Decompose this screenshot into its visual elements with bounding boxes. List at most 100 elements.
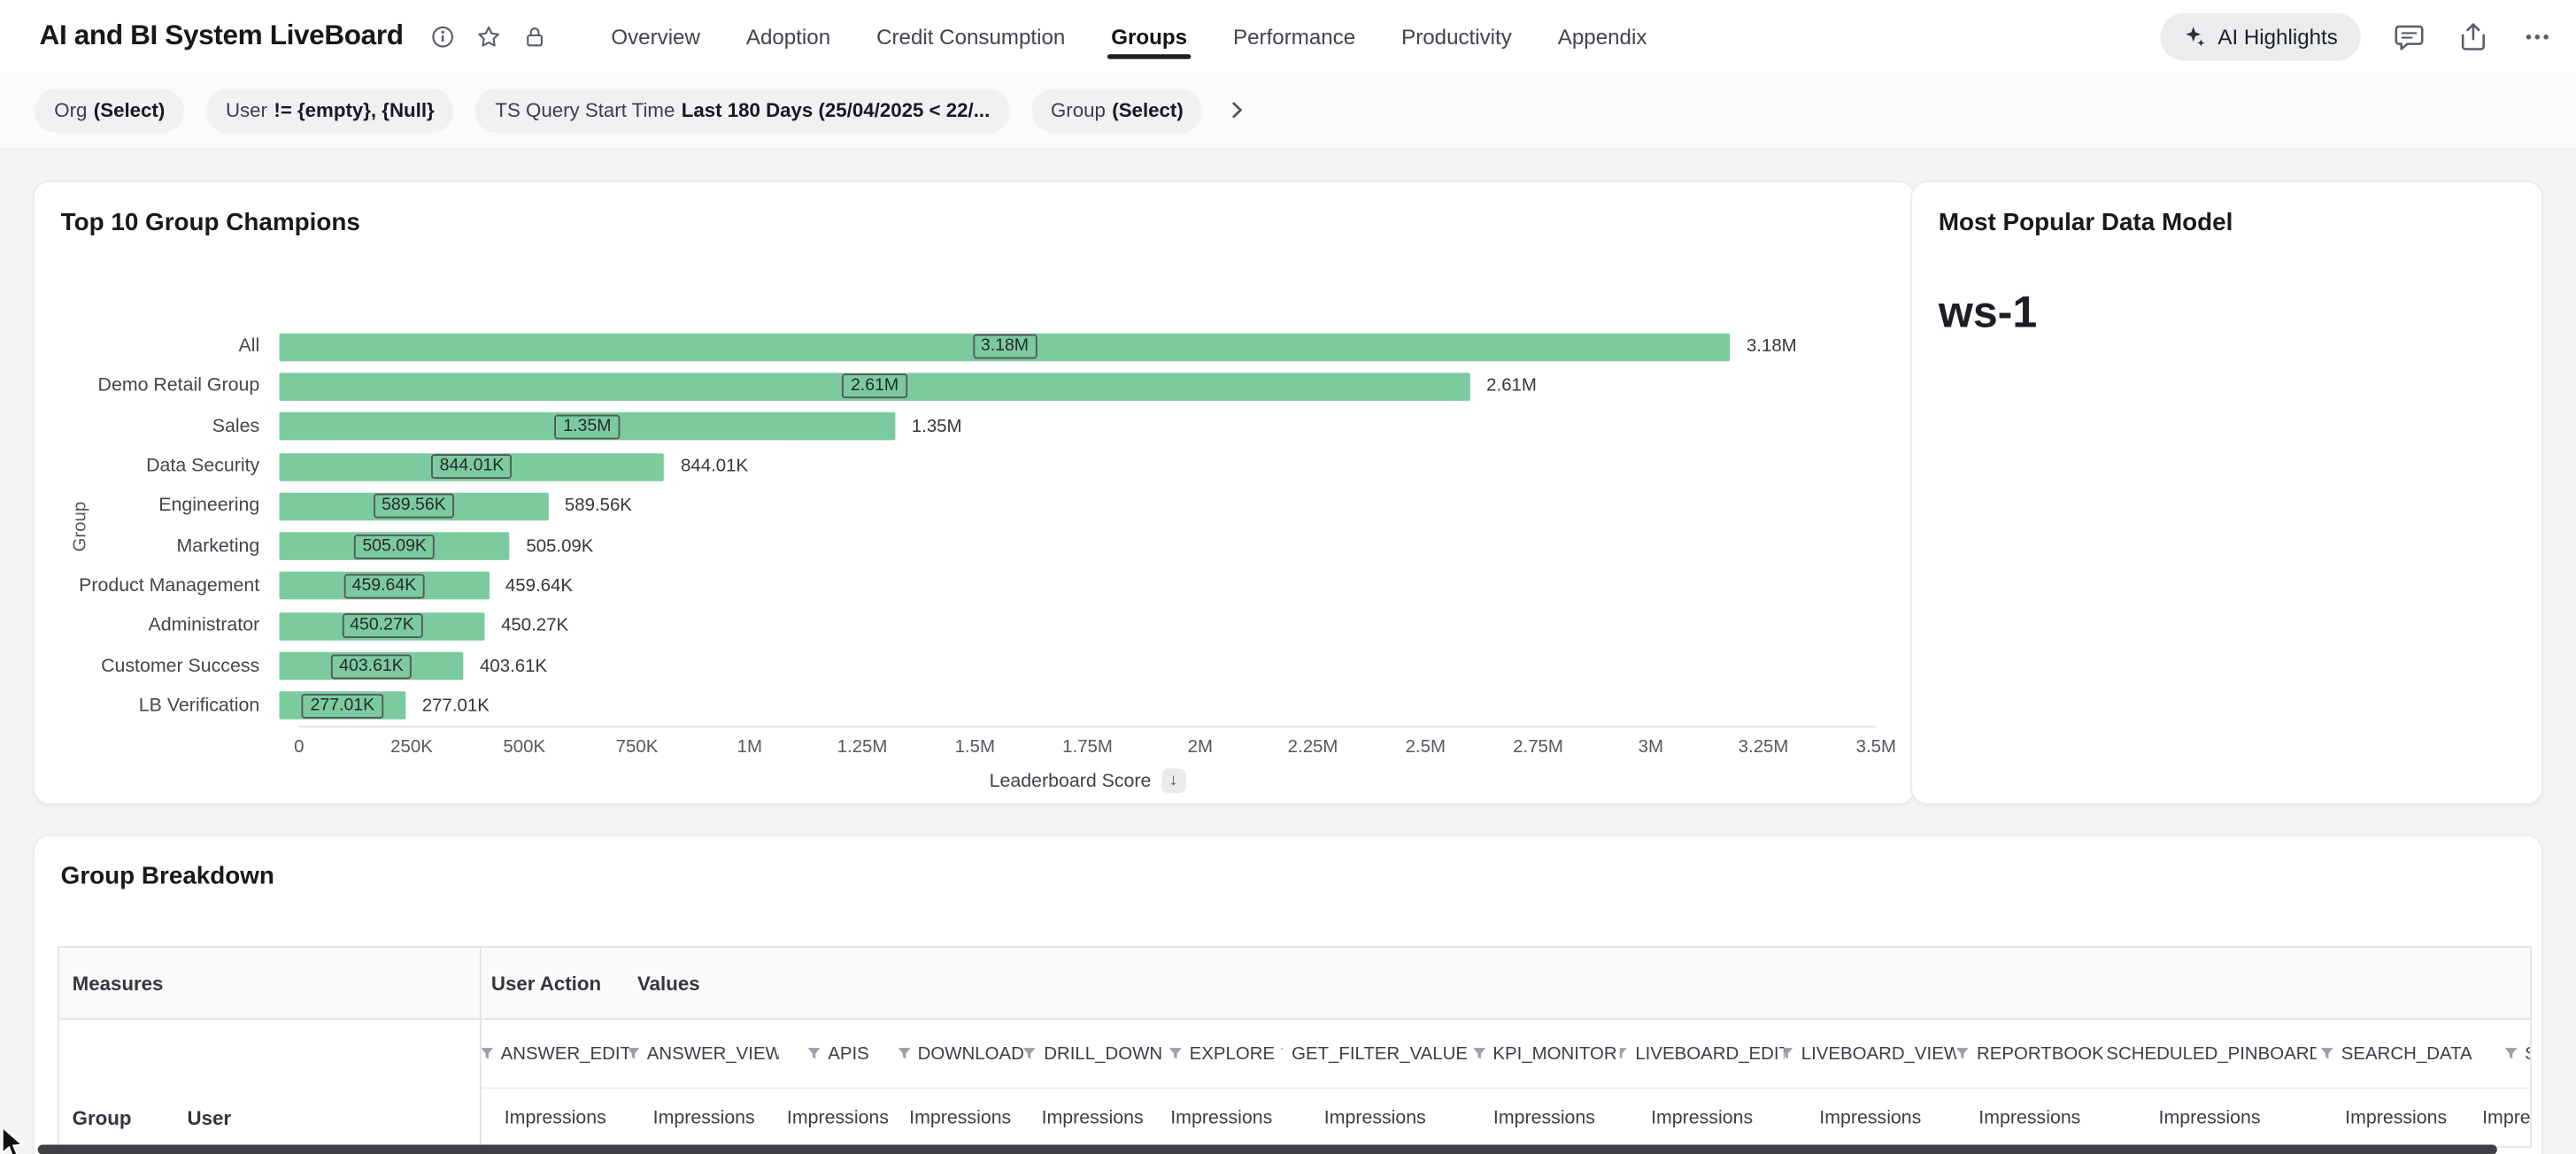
horizontal-scrollbar[interactable] (38, 1144, 2497, 1154)
column-header[interactable]: SPO (2476, 1019, 2530, 1089)
column-header[interactable]: KPI_MONITOR (1469, 1019, 1620, 1089)
category-label: Marketing (61, 536, 280, 556)
bar-inner-label: 2.61M (843, 374, 907, 399)
column-name: LIVEBOARD_EDIT (1635, 1043, 1784, 1063)
more-menu-icon[interactable] (2522, 20, 2553, 51)
bar-inner-label: 459.64K (343, 573, 424, 598)
bar[interactable]: 844.01K (279, 452, 664, 481)
column-header[interactable]: DOWNLOAD (897, 1019, 1023, 1089)
tab-adoption[interactable]: Adoption (746, 3, 830, 70)
bar[interactable]: 2.61M (279, 373, 1469, 401)
filter-chip-user[interactable]: User!= {empty}, {Null} (206, 88, 454, 132)
lock-icon[interactable] (521, 24, 546, 49)
chevron-right-icon[interactable] (1226, 98, 1249, 121)
x-tick: 2.5M (1406, 737, 1446, 757)
column-name: SEARCH_DATA (2341, 1043, 2472, 1063)
column-filter-icon[interactable] (2503, 1046, 2518, 1061)
filter-name: Org (54, 98, 87, 121)
column-filter-icon[interactable] (1168, 1046, 1184, 1061)
filter-chip-group[interactable]: Group(Select) (1031, 88, 1203, 132)
bar[interactable]: 505.09K (279, 533, 509, 561)
tab-credit-consumption[interactable]: Credit Consumption (876, 3, 1065, 70)
bar[interactable]: 589.56K (279, 492, 548, 520)
column-filter-icon[interactable] (806, 1046, 821, 1061)
comments-icon[interactable] (2394, 20, 2425, 51)
column-filter-icon[interactable] (1956, 1046, 1970, 1061)
pivot-column-kpi-monitor: KPI_MONITOR Impressions (1469, 1019, 1620, 1148)
column-header[interactable]: LIVEBOARD_VIEW (1784, 1019, 1956, 1089)
column-header[interactable]: APIS (779, 1019, 898, 1089)
pivot-column-spo: SPOImpressions (2476, 1019, 2530, 1148)
bar-row-data-security: Data Security844.01K844.01K (61, 447, 1877, 487)
x-axis-line (299, 726, 1877, 727)
liveboard-app: AI and BI System LiveBoard Overview Adopt… (0, 0, 2576, 1154)
column-measure-label: Impressions (1469, 1089, 1620, 1148)
bar[interactable]: 403.61K (279, 652, 463, 681)
column-filter-icon[interactable] (629, 1046, 641, 1061)
bar-value-label: 3.18M (1747, 337, 1797, 357)
category-label: LB Verification (61, 696, 280, 716)
category-label: Customer Success (61, 656, 280, 675)
filter-name: User (226, 98, 267, 121)
values-header: Values (629, 948, 2530, 1019)
column-name: KPI_MONITOR (1492, 1043, 1616, 1063)
tab-overview[interactable]: Overview (611, 3, 700, 70)
bar[interactable]: 277.01K (279, 692, 405, 720)
column-name: DOWNLOAD (918, 1043, 1023, 1063)
bar[interactable]: 1.35M (279, 412, 895, 441)
tab-productivity[interactable]: Productivity (1401, 3, 1512, 70)
column-filter-icon[interactable] (1023, 1046, 1037, 1061)
filter-value: (Select) (94, 98, 165, 121)
column-header[interactable]: REPORTBOOK (1956, 1019, 2102, 1089)
column-filter-icon[interactable] (1620, 1046, 1629, 1061)
column-filter-icon[interactable] (1471, 1046, 1486, 1061)
category-label: Product Management (61, 576, 280, 596)
pivot-column-apis: APISImpressions (779, 1019, 898, 1148)
column-header[interactable]: ANSWER_VIEW (629, 1019, 779, 1089)
column-header[interactable]: SCHEDULED_PINBOARDS (2102, 1019, 2316, 1089)
share-icon[interactable] (2457, 20, 2488, 51)
column-header[interactable]: SEARCH_DATA (2317, 1019, 2476, 1089)
tab-appendix[interactable]: Appendix (1558, 3, 1647, 70)
column-header[interactable]: DRILL_DOWN (1023, 1019, 1161, 1089)
info-icon[interactable] (429, 24, 454, 49)
column-header[interactable]: GET_FILTER_VALUES (1282, 1019, 1469, 1089)
column-filter-icon[interactable] (897, 1046, 911, 1061)
bar-track: 589.56K 589.56K (279, 492, 1876, 520)
column-filter-icon[interactable] (1282, 1046, 1285, 1061)
column-header[interactable]: EXPLORE (1161, 1019, 1281, 1089)
favorite-star-icon[interactable] (475, 24, 500, 49)
column-measure-label: Impressions (1282, 1089, 1469, 1148)
category-label: All (61, 337, 280, 357)
category-label: Data Security (61, 457, 280, 476)
column-measure-label: Impressions (629, 1089, 779, 1148)
column-name: ANSWER_VIEW (647, 1043, 779, 1063)
column-filter-icon[interactable] (1784, 1046, 1794, 1061)
filter-chip-ts-query-start-time[interactable]: TS Query Start TimeLast 180 Days (25/04/… (475, 88, 1009, 132)
bar-track: 403.61K403.61K (279, 652, 1876, 681)
column-header[interactable]: ANSWER_EDIT (482, 1019, 629, 1089)
bar-track: 2.61M2.61M (279, 373, 1876, 401)
liveboard-canvas: Top 10 Group Champions Group All3.18M3.1… (0, 148, 2576, 1154)
sort-desc-icon[interactable]: ↓ (1161, 769, 1186, 794)
title-area: AI and BI System LiveBoard (40, 0, 547, 73)
filter-chip-org[interactable]: Org (Select) (35, 88, 185, 132)
column-header[interactable]: LIVEBOARD_EDIT (1620, 1019, 1785, 1089)
x-axis-title: Leaderboard Score ↓ (299, 769, 1877, 794)
bar[interactable]: 459.64K (279, 573, 489, 601)
column-filter-icon[interactable] (482, 1046, 494, 1061)
bar[interactable]: 3.18M (279, 333, 1730, 361)
ai-highlights-button[interactable]: AI Highlights (2160, 12, 2360, 60)
tab-performance[interactable]: Performance (1233, 3, 1355, 70)
bar-value-label: 844.01K (681, 457, 748, 476)
bar-value-label: 589.56K (565, 496, 632, 516)
category-label: Administrator (61, 616, 280, 635)
x-tick: 250K (390, 737, 433, 757)
filter-chips: Org (Select) User!= {empty}, {Null} TS Quer… (35, 88, 1203, 132)
x-tick: 1.25M (837, 737, 888, 757)
tab-groups[interactable]: Groups (1111, 3, 1187, 70)
pivot-header-row: Measures User Action Values (59, 948, 2530, 1020)
column-filter-icon[interactable] (2320, 1046, 2335, 1061)
x-tick: 0 (294, 737, 304, 757)
bar[interactable]: 450.27K (279, 612, 484, 641)
